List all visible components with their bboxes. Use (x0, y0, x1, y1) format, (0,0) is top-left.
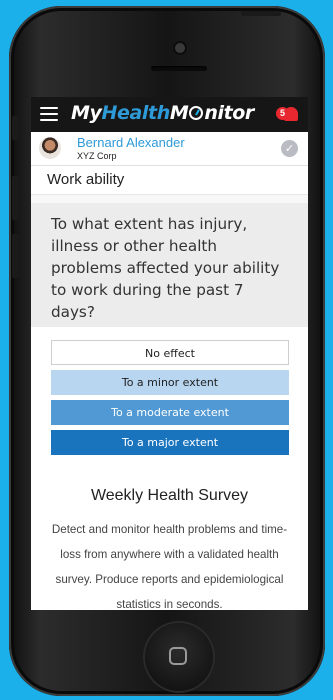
menu-icon[interactable] (40, 107, 58, 121)
survey-title: Weekly Health Survey (90, 487, 249, 504)
notification-badge: 5 (276, 107, 289, 120)
home-button[interactable] (145, 623, 213, 691)
home-icon (169, 647, 187, 665)
avatar (39, 137, 61, 159)
app-screen: MyHealthM nitor 5 Bernard Alexander XYZ C… (31, 97, 308, 610)
volume-down-button (12, 234, 19, 278)
app-logo: MyHealthM nitor (71, 102, 254, 124)
answer-minor-extent[interactable]: To a minor extent (51, 370, 289, 395)
question-text: To what extent has injury, illness or ot… (31, 203, 308, 327)
user-row[interactable]: Bernard Alexander XYZ Corp ✓ (31, 132, 308, 166)
camera-icon (175, 43, 185, 53)
notifications-button[interactable]: 5 (276, 105, 298, 125)
check-icon[interactable]: ✓ (281, 140, 298, 157)
answer-no-effect[interactable]: No effect (51, 340, 289, 365)
divider (31, 195, 308, 203)
answer-major-extent[interactable]: To a major extent (51, 430, 289, 455)
answer-moderate-extent[interactable]: To a moderate extent (51, 400, 289, 425)
user-name: Bernard Alexander (77, 135, 185, 150)
app-header: MyHealthM nitor 5 (31, 97, 308, 132)
speaker-grille (151, 66, 207, 71)
gauge-icon (189, 106, 204, 120)
answer-options: No effect To a minor extent To a moderat… (31, 327, 308, 455)
volume-up-button (12, 176, 19, 220)
mute-switch (12, 116, 19, 140)
user-company: XYZ Corp (77, 151, 117, 161)
power-button (241, 11, 281, 16)
survey-description: Detect and monitor health problems and t… (51, 523, 288, 610)
section-title: Work ability (31, 166, 308, 195)
